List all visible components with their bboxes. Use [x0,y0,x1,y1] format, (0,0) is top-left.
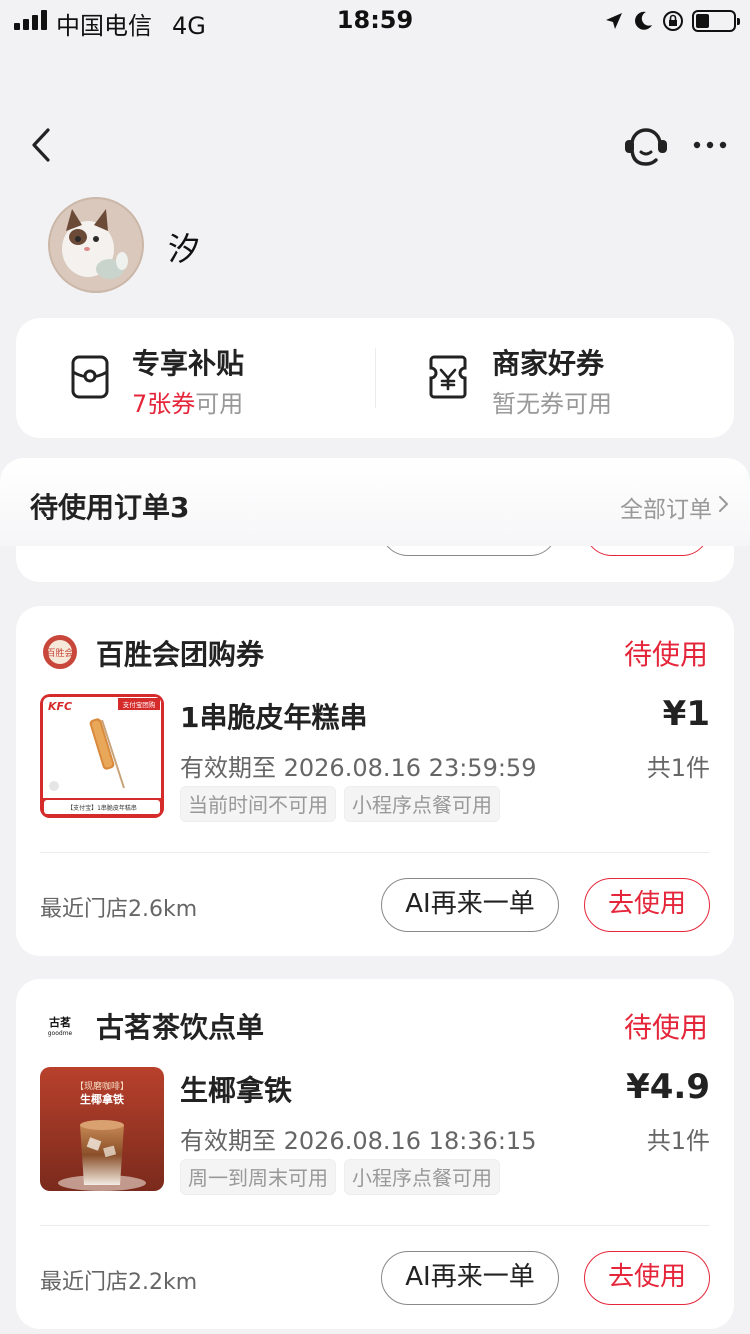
svg-text:生椰拿铁: 生椰拿铁 [80,1092,124,1106]
tag-list: 当前时间不可用 小程序点餐可用 [180,786,500,822]
yuan-coupon-icon [429,355,467,399]
nearest-store: 最近门店2.2km [40,1270,198,1295]
all-orders-link[interactable]: 全部订单 [620,490,712,524]
tag-list: 周一到周末可用 小程序点餐可用 [180,1159,500,1195]
moon-icon [635,11,652,30]
order-status: 待使用 [623,1011,708,1044]
avatar[interactable] [48,197,144,293]
ai-reorder-button[interactable]: AI再来一单 [381,1251,559,1305]
svg-text:KFC: KFC [48,700,72,713]
red-packet-icon [71,355,109,399]
product-thumbnail: 【现磨咖啡】 生椰拿铁 [40,1067,164,1191]
use-button[interactable]: 去使用 [584,1251,710,1305]
item-name: 生椰拿铁 [180,1074,293,1107]
tag: 周一到周末可用 [180,1159,336,1195]
customer-service-icon[interactable] [620,120,672,172]
benefits-card: 专享补贴 7张券可用 商家好券 暂无券可用 [16,318,734,438]
merchant-name: 百胜会团购券 [96,638,265,671]
tag: 当前时间不可用 [180,786,336,822]
valid-until: 有效期至 2026.08.16 18:36:15 [180,1127,537,1155]
rotation-lock-icon [663,11,683,31]
user-name: 汐 [168,230,201,268]
merchant-coupons[interactable]: 商家好券 暂无券可用 [376,318,734,438]
item-quantity: 共1件 [646,1127,710,1155]
exclusive-subsidy-title: 专享补贴 [132,347,245,380]
order-card[interactable]: 百胜会 百胜会团购券 待使用 KFC 支付宝团购 【支付宝】1串脆皮年糕串 1串… [16,606,734,956]
tag: 小程序点餐可用 [344,1159,500,1195]
chevron-right-icon[interactable] [716,495,730,513]
svg-text:【现磨咖啡】: 【现磨咖啡】 [75,1080,129,1092]
status-bar: 中国电信 4G 18:59 [0,0,750,40]
yum-logo-icon: 百胜会 [43,635,77,669]
ai-reorder-button[interactable]: AI再来一单 [381,878,559,932]
item-price: ¥4.9 [626,1067,710,1107]
svg-text:【支付宝】1串脆皮年糕串: 【支付宝】1串脆皮年糕串 [67,804,137,812]
pending-orders-title: 待使用订单3 [30,491,190,524]
valid-until: 有效期至 2026.08.16 23:59:59 [180,754,537,782]
battery-icon [692,10,740,32]
card-divider [40,852,710,853]
item-quantity: 共1件 [646,754,710,782]
item-price: ¥1 [662,694,710,734]
location-arrow-icon [606,13,622,29]
order-status: 待使用 [623,638,708,671]
goodme-logo-icon: 古茗 goodme [42,1007,78,1043]
exclusive-subsidy[interactable]: 专享补贴 7张券可用 [16,318,375,438]
use-button[interactable]: 去使用 [584,878,710,932]
svg-text:百胜会: 百胜会 [46,647,73,659]
merchant-name: 古茗茶饮点单 [96,1011,265,1044]
svg-text:古茗: 古茗 [49,1015,71,1029]
back-chevron-icon[interactable] [22,120,62,170]
product-thumbnail: KFC 支付宝团购 【支付宝】1串脆皮年糕串 [40,694,164,818]
order-card[interactable]: 古茗 goodme 古茗茶饮点单 待使用 【现磨咖啡】 生椰拿铁 生椰拿铁 ¥4… [16,979,734,1329]
merchant-coupons-title: 商家好券 [492,347,605,380]
exclusive-subsidy-count: 7张券可用 [132,390,244,418]
status-icons [604,8,740,34]
item-name: 1串脆皮年糕串 [180,701,368,734]
more-dots-icon[interactable] [690,130,730,160]
pending-header: 待使用订单3 全部订单 [0,458,750,546]
card-divider [40,1225,710,1226]
nearest-store: 最近门店2.6km [40,897,198,922]
svg-text:goodme: goodme [48,1030,73,1037]
tag: 小程序点餐可用 [344,786,500,822]
svg-text:支付宝团购: 支付宝团购 [123,700,156,709]
merchant-coupons-subtitle: 暂无券可用 [492,390,612,418]
